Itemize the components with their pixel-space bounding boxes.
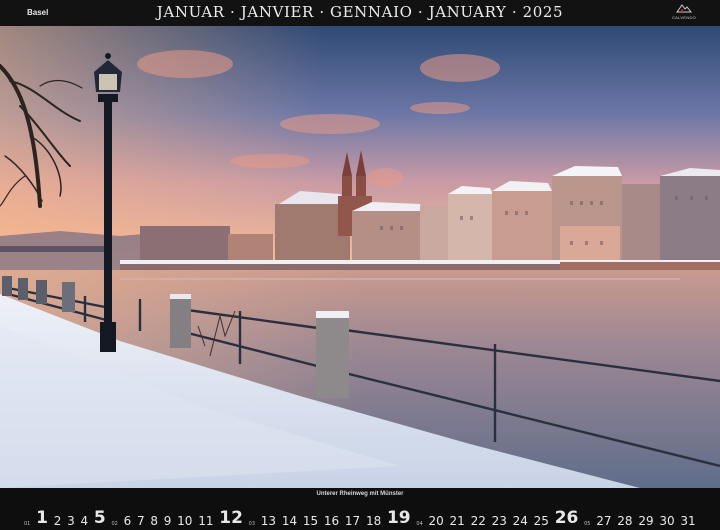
calendar-day: 27 (596, 514, 612, 528)
calendar-day: 11 (198, 514, 214, 528)
week-number: 03 (248, 521, 256, 527)
calendar-day: 18 (365, 514, 382, 528)
calendar-day-sunday: 1 (36, 508, 48, 528)
calendar-day-sunday: 19 (386, 508, 411, 528)
calendar-day: 30 (659, 514, 675, 528)
calendar-day: 2 (53, 514, 62, 528)
calendar-day: 29 (638, 514, 654, 528)
calendar-day: 20 (428, 514, 444, 528)
calendar-day: 15 (302, 514, 319, 528)
calendar-photo (0, 26, 720, 488)
week-number: 05 (584, 521, 591, 527)
week-number: 02 (111, 521, 118, 527)
calendar-day: 24 (512, 514, 528, 528)
calendar-day-sunday: 12 (219, 508, 243, 528)
calendar-day: 17 (344, 514, 361, 528)
calendar-day: 9 (163, 514, 172, 528)
calendar-day: 16 (323, 514, 340, 528)
basel-rhine-photo (0, 26, 720, 488)
calendar-day: 10 (177, 514, 193, 528)
calendar-day: 13 (260, 514, 277, 528)
publisher-logo: CALVENDO (666, 3, 702, 23)
mountain-icon (676, 4, 692, 13)
calendar-day: 22 (470, 514, 486, 528)
calendar-day: 3 (67, 514, 75, 528)
calendar-day: 21 (449, 514, 465, 528)
logo-text: CALVENDO (671, 15, 697, 20)
photo-caption: Unterer Rheinweg mit Münster (316, 491, 404, 497)
calendar-footer: Unterer Rheinweg mit Münster 01 1 2 3 4 5 02 6 7… (0, 488, 720, 530)
calendar-day: 7 (137, 514, 145, 528)
calendar-day: 4 (80, 514, 89, 528)
calendar-day: 31 (680, 514, 696, 528)
week-number: 01 (24, 521, 31, 527)
calendar-day: 14 (281, 514, 298, 528)
calendar-day: 6 (123, 514, 132, 528)
month-title: JANUAR · JANVIER · GENNAIO · JANUARY · 2… (156, 3, 564, 21)
calendar-header: Basel JANUAR · JANVIER · GENNAIO · JANUA… (0, 0, 720, 26)
calendar-day-sunday: 26 (554, 508, 579, 528)
week-number: 04 (416, 521, 423, 527)
calendar-day: 8 (150, 514, 159, 528)
calendar-day: 28 (617, 514, 633, 528)
calendar-days: 01 1 2 3 4 5 02 6 7 8 9 10 11 12 03 13 14 15 16 17 18 19 04 20 2… (24, 506, 696, 529)
calendar-day-sunday: 5 (93, 508, 106, 528)
calendar-page: Basel JANUAR · JANVIER · GENNAIO · JANUA… (0, 0, 720, 530)
calendar-day: 23 (491, 514, 507, 528)
calendar-day: 25 (533, 514, 549, 528)
